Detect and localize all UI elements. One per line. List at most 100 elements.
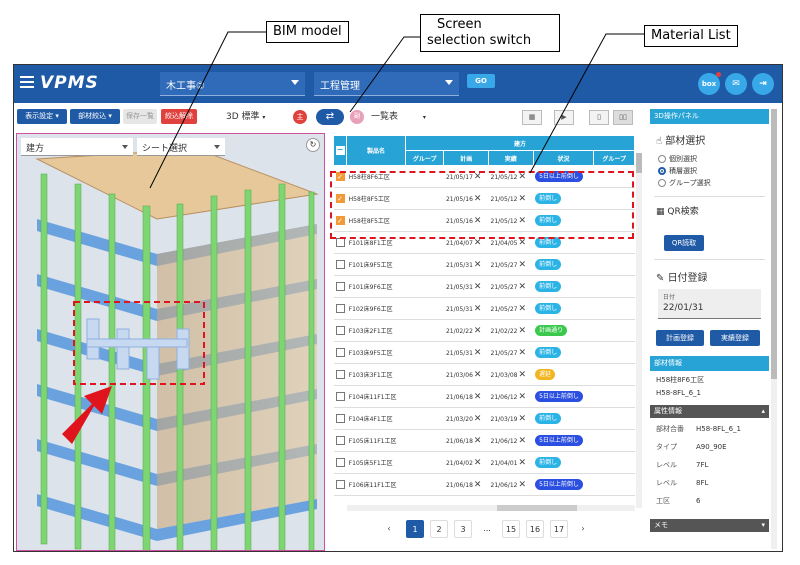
row-actual[interactable]: 21/05/27✕ [488, 341, 534, 364]
play-icon[interactable]: ▶ [554, 110, 574, 125]
clear-icon[interactable]: ✕ [518, 282, 526, 292]
clear-icon[interactable]: ✕ [518, 304, 526, 314]
clear-icon[interactable]: ✕ [518, 480, 526, 490]
page-button[interactable]: 16 [526, 520, 544, 538]
table-row[interactable]: F102床9F6工区 21/05/31✕ 21/05/27✕ 前倒し [333, 297, 635, 320]
go-button[interactable]: GO [467, 74, 495, 88]
table-row[interactable]: F104床4F1工区 21/03/20✕ 21/03/19✕ 前倒し [333, 407, 635, 430]
clear-icon[interactable]: ✕ [474, 260, 482, 270]
actual-register-button[interactable]: 実績登録 [710, 330, 760, 346]
row-actual[interactable]: 21/06/12✕ [488, 473, 534, 496]
qr-read-button[interactable]: QR読取 [664, 235, 704, 251]
module-select[interactable]: 工程管理 [314, 72, 459, 96]
table-row[interactable]: F104床11F1工区 21/06/18✕ 21/06/12✕ 5日以上前倒し [333, 385, 635, 408]
table-row[interactable]: F103床9F5工区 21/05/31✕ 21/05/27✕ 前倒し [333, 341, 635, 364]
single-pane-icon[interactable]: ▯ [589, 110, 609, 125]
clear-icon[interactable]: ✕ [518, 348, 526, 358]
view-mode-select[interactable]: 3D 標準 ▾ [226, 109, 286, 122]
save-list-button[interactable]: 保存一覧 [123, 109, 157, 124]
display-settings-button[interactable]: 表示設定 ▾ [17, 109, 67, 124]
row-checkbox[interactable] [333, 385, 347, 408]
row-plan[interactable]: 21/05/31✕ [443, 253, 489, 276]
main-badge[interactable]: 主 [293, 110, 307, 124]
row-actual[interactable]: 21/04/01✕ [488, 451, 534, 474]
clear-icon[interactable]: ✕ [474, 436, 482, 446]
row-plan[interactable]: 21/05/31✕ [443, 341, 489, 364]
row-actual[interactable]: 21/05/27✕ [488, 297, 534, 320]
row-plan[interactable]: 21/06/18✕ [443, 473, 489, 496]
page-button[interactable]: 15 [502, 520, 520, 538]
clear-icon[interactable]: ✕ [474, 480, 482, 490]
clear-filter-button[interactable]: 絞込解除 [161, 109, 197, 124]
row-checkbox[interactable] [333, 319, 347, 342]
calendar-icon[interactable]: ▦ [522, 110, 542, 125]
clear-icon[interactable]: ✕ [474, 238, 482, 248]
table-row[interactable]: F105床5F1工区 21/04/02✕ 21/04/01✕ 前倒し [333, 451, 635, 474]
sub-badge[interactable]: 副 [350, 110, 364, 124]
row-actual[interactable]: 21/03/19✕ [488, 407, 534, 430]
row-checkbox[interactable] [333, 275, 347, 298]
row-checkbox[interactable] [333, 253, 347, 276]
clear-icon[interactable]: ✕ [474, 282, 482, 292]
plan-register-button[interactable]: 計画登録 [656, 330, 704, 346]
select-all-checkbox[interactable]: − [333, 135, 348, 166]
table-hscroll[interactable] [347, 505, 635, 511]
page-button[interactable]: 1 [406, 520, 424, 538]
clear-icon[interactable]: ✕ [518, 436, 526, 446]
row-checkbox[interactable] [333, 407, 347, 430]
split-pane-icon[interactable]: ▯▯ [613, 110, 633, 125]
list-mode-select[interactable]: 一覧表 ▾ [371, 109, 431, 122]
clear-icon[interactable]: ✕ [518, 414, 526, 424]
row-checkbox[interactable] [333, 473, 347, 496]
row-plan[interactable]: 21/02/22✕ [443, 319, 489, 342]
project-select[interactable]: 木工事② [160, 72, 305, 96]
logout-icon[interactable]: ⇥ [752, 73, 774, 95]
radio-individual[interactable]: 個別選択 [658, 154, 697, 164]
clear-icon[interactable]: ✕ [518, 238, 526, 248]
row-actual[interactable]: 21/06/12✕ [488, 429, 534, 452]
clear-icon[interactable]: ✕ [474, 370, 482, 380]
row-actual[interactable]: 21/03/08✕ [488, 363, 534, 386]
clear-icon[interactable]: ✕ [474, 304, 482, 314]
clear-icon[interactable]: ✕ [518, 392, 526, 402]
table-vscroll[interactable] [636, 153, 642, 508]
row-plan[interactable]: 21/03/06✕ [443, 363, 489, 386]
chevron-up-icon[interactable]: ▴ [761, 405, 765, 418]
clear-icon[interactable]: ✕ [474, 348, 482, 358]
row-checkbox[interactable] [333, 429, 347, 452]
row-plan[interactable]: 21/05/31✕ [443, 297, 489, 320]
clear-icon[interactable]: ✕ [474, 414, 482, 424]
clear-icon[interactable]: ✕ [518, 326, 526, 336]
row-plan[interactable]: 21/06/18✕ [443, 429, 489, 452]
refresh-icon[interactable]: ↻ [306, 138, 320, 152]
bim-3d-viewport[interactable]: 建方 シート選択 ↻ 🚶▰ ✎◈ ⊞▣⚙⤢ [16, 133, 325, 551]
row-checkbox[interactable] [333, 451, 347, 474]
row-plan[interactable]: 21/04/02✕ [443, 451, 489, 474]
radio-group[interactable]: グループ選択 [658, 178, 711, 188]
row-plan[interactable]: 21/06/18✕ [443, 385, 489, 408]
chevron-down-icon[interactable]: ▾ [761, 519, 765, 532]
table-row[interactable]: F101床9F6工区 21/05/31✕ 21/05/27✕ 前倒し [333, 275, 635, 298]
table-row[interactable]: F103床3F1工区 21/03/06✕ 21/03/08✕ 遅延 [333, 363, 635, 386]
clear-icon[interactable]: ✕ [518, 458, 526, 468]
row-checkbox[interactable] [333, 363, 347, 386]
page-button[interactable]: 3 [454, 520, 472, 538]
screen-switch-button[interactable]: ⇄ [316, 109, 344, 125]
clear-icon[interactable]: ✕ [518, 370, 526, 380]
row-checkbox[interactable] [333, 341, 347, 364]
panel-vscroll[interactable] [771, 109, 777, 549]
table-row[interactable]: F103床2F1工区 21/02/22✕ 21/02/22✕ 計画通り [333, 319, 635, 342]
table-row[interactable]: F105床11F1工区 21/06/18✕ 21/06/12✕ 5日以上前倒し [333, 429, 635, 452]
sheet-select[interactable]: シート選択 [137, 138, 225, 156]
clear-icon[interactable]: ✕ [474, 392, 482, 402]
row-plan[interactable]: 21/03/20✕ [443, 407, 489, 430]
row-checkbox[interactable] [333, 297, 347, 320]
member-filter-button[interactable]: 部材絞込 ▾ [70, 109, 120, 124]
clear-icon[interactable]: ✕ [518, 260, 526, 270]
row-actual[interactable]: 21/05/27✕ [488, 275, 534, 298]
table-row[interactable]: F106床11F1工区 21/06/18✕ 21/06/12✕ 5日以上前倒し [333, 473, 635, 496]
clear-icon[interactable]: ✕ [474, 326, 482, 336]
row-plan[interactable]: 21/05/31✕ [443, 275, 489, 298]
page-button[interactable]: 2 [430, 520, 448, 538]
row-actual[interactable]: 21/02/22✕ [488, 319, 534, 342]
